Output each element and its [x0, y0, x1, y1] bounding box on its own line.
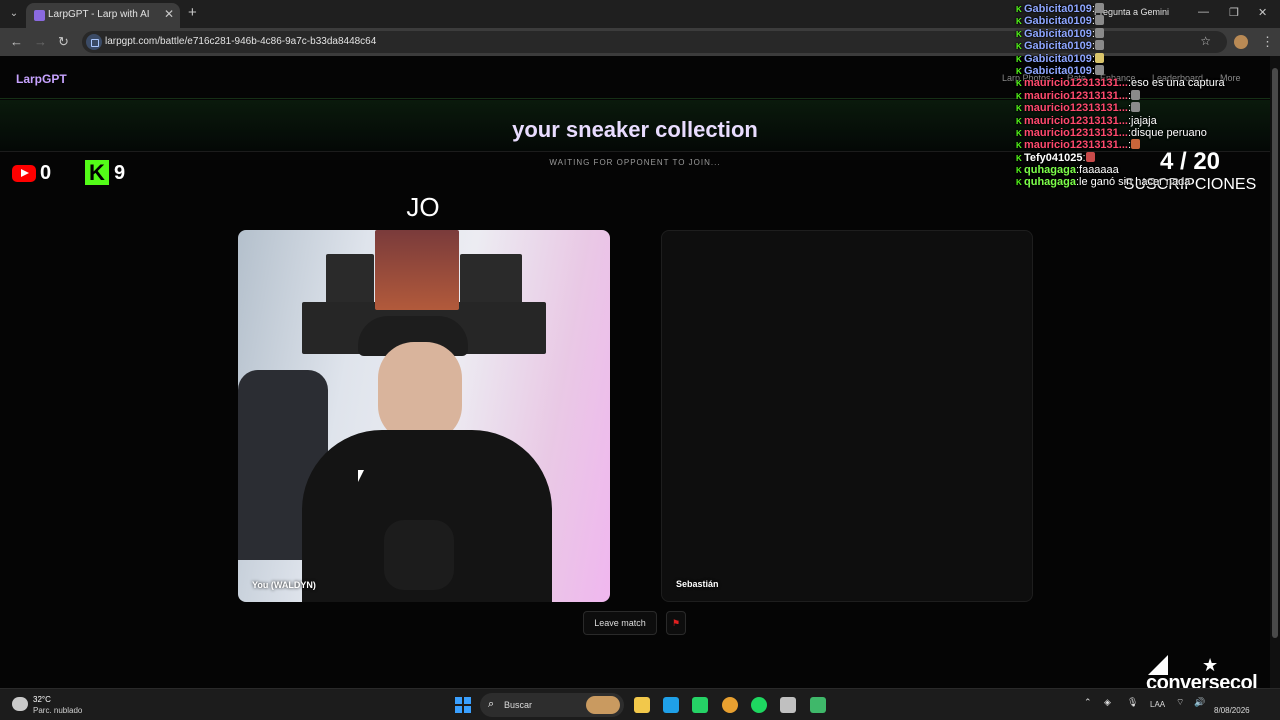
chat-text: jajaja — [1131, 114, 1157, 127]
file-explorer-icon[interactable] — [634, 697, 650, 713]
chat-emote-icon — [1094, 3, 1104, 13]
brand-logo[interactable]: LarpGPT — [16, 72, 67, 86]
tab-title: LarpGPT - Larp with AI — [48, 9, 150, 20]
volume-icon[interactable]: 🔊 — [1194, 697, 1205, 708]
tray-chevron-icon[interactable]: ⌃ — [1084, 697, 1092, 708]
windows-start-icon[interactable] — [455, 697, 471, 713]
chat-message: K Gabicita0109: — [1016, 64, 1266, 77]
chat-emote-icon — [1094, 52, 1104, 63]
chat-message: K Gabicita0109: — [1016, 40, 1266, 52]
chat-username: Tefy041025 — [1024, 151, 1083, 164]
windows-taskbar: 32°C Parc. nublado ⌕ Buscar ⌃ ◈ 🎙 LAA ⌔ … — [0, 688, 1280, 720]
chat-message: Kmauricio12313131...: — [1016, 139, 1266, 151]
gloves — [384, 520, 454, 590]
tab-search-button[interactable]: ⌄ — [6, 6, 22, 22]
chat-username: mauricio12313131... — [1024, 102, 1128, 115]
page-scrollbar[interactable] — [1270, 56, 1280, 688]
spotify-icon[interactable] — [751, 697, 767, 713]
chat-message: Kquhagaga:faaaaaa — [1016, 164, 1266, 176]
player-name-label: You (WALDYN) — [252, 580, 316, 590]
chat-emote-icon — [1131, 139, 1141, 150]
mouse-cursor-icon — [358, 470, 364, 482]
clock-date[interactable]: 8/08/2026 — [1214, 706, 1250, 715]
chat-username: mauricio12313131... — [1024, 114, 1128, 127]
chat-text: eso es una captura — [1131, 77, 1225, 90]
reload-icon[interactable]: ↻ — [58, 34, 69, 50]
chat-username: Gabicita0109 — [1024, 52, 1092, 65]
chat-message: K Gabicita0109: — [1016, 15, 1266, 27]
chat-username: mauricio12313131... — [1024, 89, 1128, 102]
chat-emote-icon — [1094, 15, 1104, 26]
chat-username: quhagaga — [1024, 164, 1076, 177]
chat-text: disque peruano — [1131, 126, 1207, 139]
opponent-video: Sebastián — [661, 230, 1033, 602]
chat-username: Gabicita0109 — [1024, 3, 1092, 15]
overlay-big-text: JO — [406, 192, 440, 222]
chat-message: K Gabicita0109: — [1016, 3, 1266, 15]
chat-message: Kmauricio12313131...:disque peruano — [1016, 127, 1266, 139]
chat-emote-icon — [1131, 102, 1141, 113]
search-highlight-image — [586, 696, 620, 714]
chat-emote-icon — [1094, 64, 1104, 75]
chat-message: Kmauricio12313131...: — [1016, 102, 1266, 114]
chat-text: le ganó sin hacer nada — [1079, 176, 1191, 189]
chat-text: faaaaaa — [1079, 164, 1119, 177]
site-info-icon[interactable] — [86, 34, 102, 50]
report-flag-icon[interactable]: ⚑ — [666, 611, 686, 635]
weather-description[interactable]: Parc. nublado — [33, 706, 82, 715]
chat-username: Gabicita0109 — [1024, 64, 1092, 77]
chat-username: mauricio12313131... — [1024, 126, 1128, 139]
chat-username: mauricio12313131... — [1024, 77, 1128, 90]
poster — [375, 230, 459, 310]
scrollbar-thumb[interactable] — [1272, 68, 1278, 638]
url-text[interactable]: larpgpt.com/battle/e716c281-946b-4c86-9a… — [105, 36, 376, 47]
microphone-icon[interactable]: 🎙 — [1127, 697, 1138, 708]
chat-username: Gabicita0109 — [1024, 40, 1092, 53]
leave-match-button[interactable]: Leave match — [583, 611, 657, 635]
wifi-icon[interactable]: ⌔ — [1176, 697, 1184, 708]
edge-icon[interactable] — [663, 697, 679, 713]
whatsapp-icon[interactable] — [692, 697, 708, 713]
youtube-icon — [12, 165, 36, 182]
chat-emote-icon — [1085, 151, 1095, 162]
chat-emote-icon — [1131, 89, 1141, 100]
chat-emote-icon — [1094, 40, 1104, 51]
kick-badge-icon: K — [1016, 178, 1022, 188]
kick-icon: K — [85, 160, 109, 185]
kick-count: 9 — [114, 162, 126, 184]
chat-overlay: K Gabicita0109: K Gabicita0109: K Gabicita010… — [1016, 3, 1266, 189]
taskbar-search[interactable]: ⌕ Buscar — [480, 693, 624, 717]
new-tab-button[interactable]: + — [188, 4, 197, 21]
chat-username: quhagaga — [1024, 176, 1076, 189]
chat-message: K Tefy041025: — [1016, 151, 1266, 164]
player-video: You (WALDYN) — [238, 230, 610, 602]
chat-username: Gabicita0109 — [1024, 15, 1092, 28]
chrome-icon[interactable] — [722, 697, 738, 713]
chat-message: K Gabicita0109: — [1016, 52, 1266, 65]
app-icon[interactable] — [780, 697, 796, 713]
network-icon[interactable]: ◈ — [1104, 697, 1111, 708]
chat-message: Kquhagaga:le ganó sin hacer nada — [1016, 176, 1266, 188]
chat-username: mauricio12313131... — [1024, 139, 1128, 152]
tab-favicon-icon — [34, 10, 45, 21]
opponent-name-label: Sebastián — [676, 579, 719, 589]
chat-message: Kmauricio12313131...:eso es una captura — [1016, 77, 1266, 89]
chat-message: Kmauricio12313131...: — [1016, 89, 1266, 102]
search-placeholder: Buscar — [504, 700, 533, 710]
app-icon[interactable] — [810, 697, 826, 713]
tab-close-icon[interactable]: ✕ — [164, 7, 174, 21]
search-icon: ⌕ — [488, 698, 495, 710]
youtube-count: 0 — [40, 162, 52, 184]
chat-message: K Gabicita0109: — [1016, 27, 1266, 40]
back-arrow-icon[interactable]: ← — [10, 34, 23, 49]
forward-arrow-icon[interactable]: → — [34, 34, 47, 49]
weather-cloud-icon[interactable] — [12, 697, 28, 711]
active-tab[interactable]: LarpGPT - Larp with AI ✕ — [26, 3, 180, 28]
language-indicator[interactable]: LAA — [1150, 700, 1165, 709]
weather-temperature[interactable]: 32°C — [33, 695, 51, 704]
chat-emote-icon — [1094, 27, 1104, 38]
chat-username: Gabicita0109 — [1024, 27, 1092, 40]
chat-message: Kmauricio12313131...:jajaja — [1016, 115, 1266, 127]
face — [378, 342, 462, 442]
